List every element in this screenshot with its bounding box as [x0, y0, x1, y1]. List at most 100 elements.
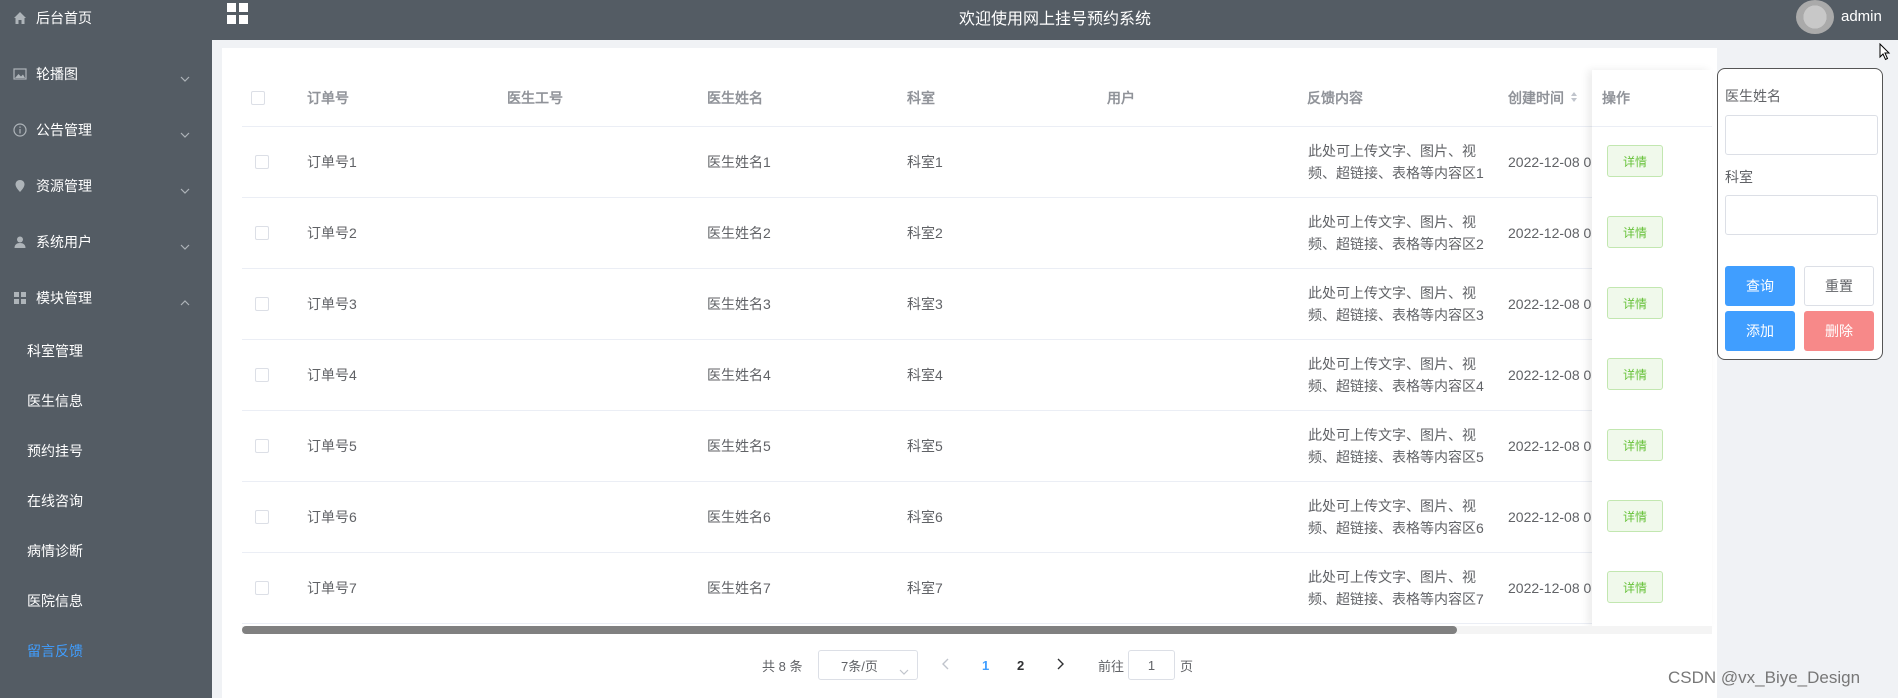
row-checkbox[interactable] [255, 553, 269, 623]
table-row: 订单号2 医生姓名2 科室2 此处可上传文字、图片、视 频、超链接、表格等内容区2… [242, 198, 1712, 269]
table-header-row: 订单号 医生工号 医生姓名 科室 用户 反馈内容 创建时间 [242, 70, 1712, 127]
sidebar-item-resources[interactable]: 资源管理 [0, 158, 212, 214]
row-checkbox[interactable] [255, 127, 269, 197]
sidebar-item-label: 资源管理 [36, 178, 92, 194]
goto-page-input[interactable]: 1 [1128, 650, 1175, 680]
table-row: 订单号5 医生姓名5 科室5 此处可上传文字、图片、视 频、超链接、表格等内容区5… [242, 411, 1712, 482]
row-checkbox[interactable] [255, 198, 269, 268]
picture-icon [12, 66, 28, 82]
cell-dept: 科室5 [907, 438, 943, 454]
cell-time: 2022-12-08 0 [1508, 580, 1592, 596]
sidebar: 后台首页 轮播图 公告管理 资源管理 系统用户 模块管理 科室管理 医生信息 预… [0, 0, 212, 698]
detail-button[interactable]: 详情 [1607, 358, 1663, 390]
row-checkbox[interactable] [255, 411, 269, 481]
cell-doctor: 医生姓名2 [707, 225, 771, 241]
search-button[interactable]: 查询 [1725, 266, 1795, 306]
feedback-table: 订单号 医生工号 医生姓名 科室 用户 反馈内容 创建时间 订单号1 医生姓名1… [242, 70, 1712, 627]
detail-button[interactable]: 详情 [1607, 216, 1663, 248]
cell-dept: 科室6 [907, 509, 943, 525]
goto-label: 前往 [1098, 658, 1125, 674]
table-row: 订单号1 医生姓名1 科室1 此处可上传文字、图片、视 频、超链接、表格等内容区1… [242, 127, 1712, 198]
column-header-user: 用户 [1107, 90, 1135, 106]
cell-content: 此处可上传文字、图片、视 频、超链接、表格等内容区2 [1308, 214, 1484, 252]
pagination-total: 共 8 条 [762, 658, 803, 674]
detail-button[interactable]: 详情 [1607, 287, 1663, 319]
sidebar-subitem-consultation[interactable]: 在线咨询 [0, 476, 212, 526]
sidebar-subitem-appointments[interactable]: 预约挂号 [0, 426, 212, 476]
cell-order: 订单号3 [307, 296, 357, 312]
username-label[interactable]: admin [1841, 8, 1882, 25]
chevron-up-icon [180, 293, 190, 309]
column-header-actions: 操作 [1592, 70, 1712, 127]
detail-button[interactable]: 详情 [1607, 500, 1663, 532]
sidebar-subitem-doctors[interactable]: 医生信息 [0, 376, 212, 426]
cell-order: 订单号5 [307, 438, 357, 454]
sidebar-subitem-feedback[interactable]: 留言反馈 [0, 626, 212, 676]
next-page-button[interactable] [1056, 650, 1064, 680]
page-size-select[interactable]: 7条/页 [818, 650, 918, 680]
sort-icon[interactable] [1570, 90, 1578, 106]
doctor-name-input[interactable] [1725, 115, 1878, 155]
prev-page-button[interactable] [942, 650, 950, 680]
cell-time: 2022-12-08 0 [1508, 225, 1592, 241]
cell-order: 订单号6 [307, 509, 357, 525]
row-checkbox[interactable] [255, 269, 269, 339]
detail-button[interactable]: 详情 [1607, 145, 1663, 177]
dept-input[interactable] [1725, 195, 1878, 235]
chevron-down-icon [180, 125, 190, 141]
reset-button[interactable]: 重置 [1804, 266, 1874, 306]
horizontal-scrollbar[interactable] [242, 626, 1712, 634]
column-header-doctor-no: 医生工号 [507, 90, 563, 106]
page-title: 欢迎使用网上挂号预约系统 [958, 11, 1151, 28]
chevron-down-icon [180, 69, 190, 85]
cell-content: 此处可上传文字、图片、视 频、超链接、表格等内容区5 [1308, 427, 1484, 465]
cell-content: 此处可上传文字、图片、视 频、超链接、表格等内容区1 [1308, 143, 1484, 181]
sidebar-subitem-departments[interactable]: 科室管理 [0, 326, 212, 376]
sidebar-item-home[interactable]: 后台首页 [0, 0, 212, 46]
watermark: CSDN @vx_Biye_Design [1668, 668, 1861, 687]
select-all-checkbox[interactable] [251, 70, 265, 126]
home-icon [12, 10, 28, 26]
column-header-content: 反馈内容 [1307, 90, 1363, 106]
delete-button[interactable]: 删除 [1804, 311, 1874, 351]
row-checkbox[interactable] [255, 340, 269, 410]
sidebar-subitem-hospital-info[interactable]: 医院信息 [0, 576, 212, 626]
dept-label: 科室 [1725, 169, 1753, 185]
cell-dept: 科室3 [907, 296, 943, 312]
table-row: 订单号3 医生姓名3 科室3 此处可上传文字、图片、视 频、超链接、表格等内容区3… [242, 269, 1712, 340]
page-number-2[interactable]: 2 [1017, 650, 1024, 680]
chevron-right-icon [1056, 658, 1064, 673]
table-row: 订单号7 医生姓名7 科室7 此处可上传文字、图片、视 频、超链接、表格等内容区7… [242, 553, 1712, 624]
sidebar-item-notices[interactable]: 公告管理 [0, 102, 212, 158]
cell-doctor: 医生姓名4 [707, 367, 771, 383]
column-header-dept: 科室 [907, 90, 935, 106]
cell-doctor: 医生姓名3 [707, 296, 771, 312]
add-button[interactable]: 添加 [1725, 311, 1795, 351]
cell-dept: 科室7 [907, 580, 943, 596]
location-icon [12, 178, 28, 194]
sidebar-item-carousel[interactable]: 轮播图 [0, 46, 212, 102]
column-header-time[interactable]: 创建时间 [1508, 70, 1578, 126]
sidebar-item-modules[interactable]: 模块管理 [0, 270, 212, 326]
detail-button[interactable]: 详情 [1607, 429, 1663, 461]
row-checkbox[interactable] [255, 482, 269, 552]
cell-time: 2022-12-08 0 [1508, 367, 1592, 383]
page-number-1[interactable]: 1 [982, 650, 989, 680]
grid-icon [12, 290, 28, 306]
sidebar-subitem-diagnosis[interactable]: 病情诊断 [0, 526, 212, 576]
sidebar-item-system-users[interactable]: 系统用户 [0, 214, 212, 270]
table-row: 订单号4 医生姓名4 科室4 此处可上传文字、图片、视 频、超链接、表格等内容区4… [242, 340, 1712, 411]
cell-dept: 科室4 [907, 367, 943, 383]
top-header: 欢迎使用网上挂号预约系统 admin [212, 0, 1898, 40]
table-row: 订单号6 医生姓名6 科室6 此处可上传文字、图片、视 频、超链接、表格等内容区6… [242, 482, 1712, 553]
info-icon [12, 122, 28, 138]
detail-button[interactable]: 详情 [1607, 571, 1663, 603]
chevron-down-icon [899, 663, 909, 678]
avatar[interactable] [1796, 0, 1834, 34]
cell-time: 2022-12-08 0 [1508, 154, 1592, 170]
cell-order: 订单号7 [307, 580, 357, 596]
cell-time: 2022-12-08 0 [1508, 438, 1592, 454]
scrollbar-thumb[interactable] [242, 626, 1457, 634]
cell-doctor: 医生姓名5 [707, 438, 771, 454]
cell-time: 2022-12-08 0 [1508, 296, 1592, 312]
